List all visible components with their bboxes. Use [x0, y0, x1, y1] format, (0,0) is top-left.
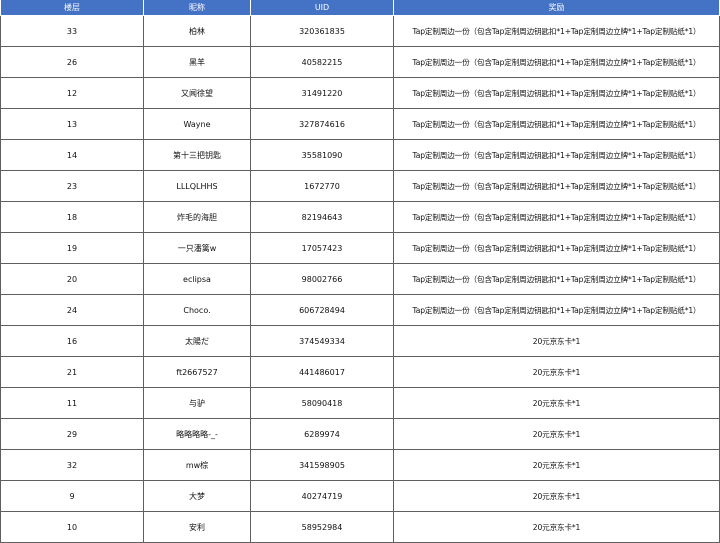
uid-cell: 327874616 [250, 108, 394, 140]
table-row: 16 太陽だ 374549334 20元京东卡*1 [0, 325, 720, 357]
floor-cell: 24 [0, 294, 144, 326]
table-row: 24 Choco. 606728494 Tap定制周边一份（包含Tap定制周边钥… [0, 294, 720, 326]
nickname-cell: 大梦 [143, 480, 251, 512]
uid-cell: 341598905 [250, 449, 394, 481]
table-row: 14 第十三把钥匙 35581090 Tap定制周边一份（包含Tap定制周边钥匙… [0, 139, 720, 171]
nickname-cell: ft2667527 [143, 356, 251, 388]
header-floor: 楼层 [0, 0, 144, 16]
floor-cell: 26 [0, 46, 144, 78]
table-row: 9 大梦 40274719 20元京东卡*1 [0, 480, 720, 512]
floor-cell: 20 [0, 263, 144, 295]
nickname-cell: 太陽だ [143, 325, 251, 357]
table-row: 11 与驴 58090418 20元京东卡*1 [0, 387, 720, 419]
reward-cell: Tap定制周边一份（包含Tap定制周边钥匙扣*1+Tap定制周边立牌*1+Tap… [393, 294, 720, 326]
header-uid: UID [250, 0, 394, 16]
floor-cell: 19 [0, 232, 144, 264]
floor-cell: 32 [0, 449, 144, 481]
reward-cell: 20元京东卡*1 [393, 418, 720, 450]
table-row: 33 柏林 320361835 Tap定制周边一份（包含Tap定制周边钥匙扣*1… [0, 15, 720, 47]
floor-cell: 23 [0, 170, 144, 202]
table-body: 33 柏林 320361835 Tap定制周边一份（包含Tap定制周边钥匙扣*1… [0, 15, 720, 543]
uid-cell: 6289974 [250, 418, 394, 450]
table-header-row: 楼层 昵称 UID 奖励 [0, 0, 720, 16]
nickname-cell: 黑羊 [143, 46, 251, 78]
table-row: 18 炸毛的海胆 82194643 Tap定制周边一份（包含Tap定制周边钥匙扣… [0, 201, 720, 233]
reward-cell: Tap定制周边一份（包含Tap定制周边钥匙扣*1+Tap定制周边立牌*1+Tap… [393, 170, 720, 202]
floor-cell: 12 [0, 77, 144, 109]
table-row: 21 ft2667527 441486017 20元京东卡*1 [0, 356, 720, 388]
table-row: 19 一只潘篱w 17057423 Tap定制周边一份（包含Tap定制周边钥匙扣… [0, 232, 720, 264]
header-reward: 奖励 [393, 0, 720, 16]
floor-cell: 14 [0, 139, 144, 171]
table-row: 12 又闻徐望 31491220 Tap定制周边一份（包含Tap定制周边钥匙扣*… [0, 77, 720, 109]
nickname-cell: 第十三把钥匙 [143, 139, 251, 171]
floor-cell: 9 [0, 480, 144, 512]
header-nickname: 昵称 [143, 0, 251, 16]
uid-cell: 1672770 [250, 170, 394, 202]
table-row: 26 黑羊 40582215 Tap定制周边一份（包含Tap定制周边钥匙扣*1+… [0, 46, 720, 78]
reward-cell: Tap定制周边一份（包含Tap定制周边钥匙扣*1+Tap定制周边立牌*1+Tap… [393, 77, 720, 109]
table-row: 32 mw棕 341598905 20元京东卡*1 [0, 449, 720, 481]
nickname-cell: Wayne [143, 108, 251, 140]
uid-cell: 40582215 [250, 46, 394, 78]
reward-cell: 20元京东卡*1 [393, 356, 720, 388]
reward-cell: Tap定制周边一份（包含Tap定制周边钥匙扣*1+Tap定制周边立牌*1+Tap… [393, 232, 720, 264]
uid-cell: 82194643 [250, 201, 394, 233]
nickname-cell: 柏林 [143, 15, 251, 47]
floor-cell: 21 [0, 356, 144, 388]
uid-cell: 17057423 [250, 232, 394, 264]
floor-cell: 33 [0, 15, 144, 47]
table-row: 10 安利 58952984 20元京东卡*1 [0, 511, 720, 543]
floor-cell: 10 [0, 511, 144, 543]
reward-cell: Tap定制周边一份（包含Tap定制周边钥匙扣*1+Tap定制周边立牌*1+Tap… [393, 108, 720, 140]
uid-cell: 35581090 [250, 139, 394, 171]
nickname-cell: 安利 [143, 511, 251, 543]
nickname-cell: 与驴 [143, 387, 251, 419]
nickname-cell: mw棕 [143, 449, 251, 481]
reward-cell: Tap定制周边一份（包含Tap定制周边钥匙扣*1+Tap定制周边立牌*1+Tap… [393, 263, 720, 295]
uid-cell: 441486017 [250, 356, 394, 388]
table-row: 29 略略略略-_- 6289974 20元京东卡*1 [0, 418, 720, 450]
nickname-cell: Choco. [143, 294, 251, 326]
floor-cell: 16 [0, 325, 144, 357]
nickname-cell: LLLQLHHS [143, 170, 251, 202]
uid-cell: 98002766 [250, 263, 394, 295]
uid-cell: 320361835 [250, 15, 394, 47]
reward-cell: 20元京东卡*1 [393, 480, 720, 512]
floor-cell: 18 [0, 201, 144, 233]
table-row: 23 LLLQLHHS 1672770 Tap定制周边一份（包含Tap定制周边钥… [0, 170, 720, 202]
table-row: 13 Wayne 327874616 Tap定制周边一份（包含Tap定制周边钥匙… [0, 108, 720, 140]
reward-cell: Tap定制周边一份（包含Tap定制周边钥匙扣*1+Tap定制周边立牌*1+Tap… [393, 139, 720, 171]
floor-cell: 11 [0, 387, 144, 419]
nickname-cell: 一只潘篱w [143, 232, 251, 264]
table-row: 20 eclipsa 98002766 Tap定制周边一份（包含Tap定制周边钥… [0, 263, 720, 295]
uid-cell: 40274719 [250, 480, 394, 512]
award-winners-table: 楼层 昵称 UID 奖励 33 柏林 320361835 Tap定制周边一份（包… [0, 0, 720, 543]
reward-cell: 20元京东卡*1 [393, 325, 720, 357]
uid-cell: 374549334 [250, 325, 394, 357]
nickname-cell: eclipsa [143, 263, 251, 295]
uid-cell: 58952984 [250, 511, 394, 543]
uid-cell: 31491220 [250, 77, 394, 109]
nickname-cell: 又闻徐望 [143, 77, 251, 109]
reward-cell: Tap定制周边一份（包含Tap定制周边钥匙扣*1+Tap定制周边立牌*1+Tap… [393, 46, 720, 78]
reward-cell: 20元京东卡*1 [393, 511, 720, 543]
nickname-cell: 略略略略-_- [143, 418, 251, 450]
uid-cell: 58090418 [250, 387, 394, 419]
reward-cell: Tap定制周边一份（包含Tap定制周边钥匙扣*1+Tap定制周边立牌*1+Tap… [393, 201, 720, 233]
uid-cell: 606728494 [250, 294, 394, 326]
reward-cell: 20元京东卡*1 [393, 387, 720, 419]
nickname-cell: 炸毛的海胆 [143, 201, 251, 233]
floor-cell: 13 [0, 108, 144, 140]
reward-cell: Tap定制周边一份（包含Tap定制周边钥匙扣*1+Tap定制周边立牌*1+Tap… [393, 15, 720, 47]
reward-cell: 20元京东卡*1 [393, 449, 720, 481]
floor-cell: 29 [0, 418, 144, 450]
